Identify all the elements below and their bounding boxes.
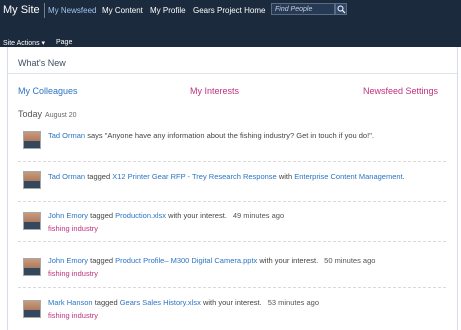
top-navigation-bar: My Site My Newsfeed My Content My Profil… (0, 0, 461, 22)
feed-item-tail: . (402, 172, 405, 181)
search-button[interactable] (335, 3, 347, 15)
main-content: What's New My Colleagues My Interests Ne… (7, 47, 458, 330)
tab-my-interests[interactable]: My Interests (190, 86, 239, 96)
interest-tag-link[interactable]: fishing industry (48, 224, 98, 233)
actor-link[interactable]: Mark Hanson (48, 298, 93, 307)
nav-my-profile[interactable]: My Profile (150, 6, 186, 15)
ribbon-bar: Site Actions ▾ Page (0, 21, 461, 47)
feed-item: Tad Orman says "Anyone have any informat… (18, 125, 446, 162)
avatar[interactable] (23, 212, 41, 230)
nav-separator (44, 3, 45, 18)
timestamp: 49 minutes ago (232, 211, 285, 220)
search-icon (337, 5, 346, 14)
feed-item-text: Mark Hanson tagged Gears Sales History.x… (48, 298, 319, 307)
feed-item-text: John Emory tagged Product Profile– M300 … (48, 256, 375, 265)
feed-item-text: John Emory tagged Production.xlsx with y… (48, 211, 284, 220)
document-link[interactable]: Product Profile– M300 Digital Camera.ppt… (115, 256, 257, 265)
date-group-header: Today August 20 (18, 109, 77, 119)
interest-tag-link[interactable]: fishing industry (48, 311, 98, 320)
actor-link[interactable]: Tad Orman (48, 172, 85, 181)
page-title: What's New (18, 58, 66, 68)
chevron-down-icon: ▾ (41, 40, 46, 47)
feed-item-rest: with your interest. (166, 211, 227, 220)
feed-item-text: Tad Orman says "Anyone have any informat… (48, 131, 374, 140)
actor-link[interactable]: John Emory (48, 256, 88, 265)
feed-item-verb: tagged (85, 172, 113, 181)
feed-item: Tad Orman tagged X12 Printer Gear RFP - … (18, 163, 446, 202)
timestamp: 53 minutes ago (267, 298, 320, 307)
interest-tag-link[interactable]: fishing industry (48, 269, 98, 278)
nav-my-newsfeed[interactable]: My Newsfeed (48, 6, 96, 15)
feed-item: John Emory tagged Production.xlsx with y… (18, 203, 446, 242)
document-link[interactable]: Production.xlsx (115, 211, 166, 220)
avatar[interactable] (23, 131, 41, 149)
document-link[interactable]: X12 Printer Gear RFP - Trey Research Res… (112, 172, 277, 181)
nav-gears-project-home[interactable]: Gears Project Home (193, 6, 265, 15)
document-link[interactable]: Gears Sales History.xlsx (120, 298, 201, 307)
feed-item-verb: tagged (92, 298, 120, 307)
site-title[interactable]: My Site (3, 4, 40, 16)
avatar[interactable] (23, 171, 41, 189)
divider (8, 73, 457, 74)
today-date: August 20 (45, 112, 77, 119)
feed-item-verb: says "Anyone have any information about … (85, 131, 374, 140)
feed-item-rest: with your interest. (200, 298, 262, 307)
feed-item-verb: tagged (88, 211, 116, 220)
feed-item-text: Tad Orman tagged X12 Printer Gear RFP - … (48, 172, 405, 181)
feed-item: Mark Hanson tagged Gears Sales History.x… (18, 293, 446, 327)
feed-item-rest: with your interest. (257, 256, 319, 265)
avatar[interactable] (23, 258, 41, 276)
nav-my-content[interactable]: My Content (102, 6, 143, 15)
actor-link[interactable]: John Emory (48, 211, 88, 220)
today-label: Today (18, 109, 43, 119)
avatar[interactable] (23, 300, 41, 318)
page-tab[interactable]: Page (56, 39, 72, 46)
actor-link[interactable]: Tad Orman (48, 131, 85, 140)
feed-item-verb: tagged (88, 256, 116, 265)
tab-my-colleagues[interactable]: My Colleagues (18, 86, 78, 96)
site-actions-label: Site Actions (3, 40, 40, 47)
timestamp: 50 minutes ago (324, 256, 376, 265)
tag-link[interactable]: Enterprise Content Management (294, 172, 402, 181)
site-actions-menu[interactable]: Site Actions ▾ (3, 39, 45, 47)
feed-item-rest: with (276, 172, 295, 181)
feed-item: John Emory tagged Product Profile– M300 … (18, 249, 446, 288)
people-search-input[interactable]: Find People (271, 3, 335, 15)
tab-newsfeed-settings[interactable]: Newsfeed Settings (363, 86, 438, 96)
